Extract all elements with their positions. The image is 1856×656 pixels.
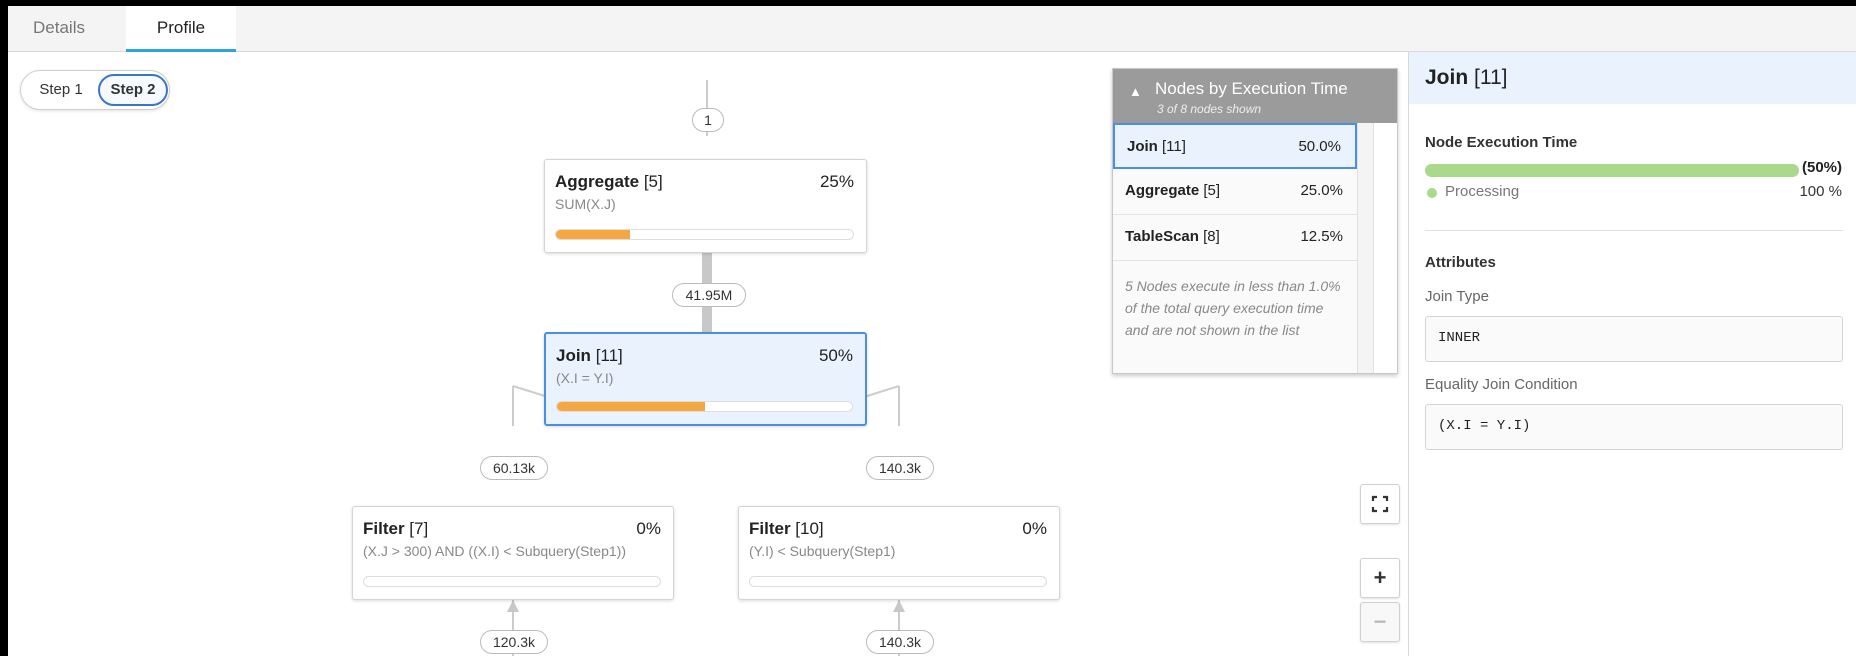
execution-panel-note: 5 Nodes execute in less than 1.0% of the… [1125, 278, 1341, 338]
collapse-caret-icon[interactable]: ▲ [1129, 84, 1142, 99]
row-value: 50.0% [1298, 138, 1341, 155]
execution-row-aggregate[interactable]: Aggregate [5] 25.0% [1113, 169, 1357, 215]
execution-list: Join [11] 50.0% Aggregate [5] 25.0% Tabl… [1113, 123, 1357, 373]
node-progress-bar [556, 401, 853, 412]
node-expression: (X.I = Y.I) [556, 370, 614, 386]
step-selector: Step 1 Step 2 [20, 70, 170, 110]
node-expression: SUM(X.J) [555, 196, 616, 212]
node-percent: 0% [1022, 519, 1047, 538]
tab-bar: Details Profile [8, 6, 1856, 52]
node-expression: (X.J > 300) AND ((X.I) < Subquery(Step1)… [363, 543, 626, 559]
edge-below-filter10-arrow [893, 600, 905, 612]
execution-time-title: Node Execution Time [1425, 134, 1578, 151]
edge-label-join-aggregate: 41.95M [672, 283, 746, 307]
equality-join-condition-field: (X.I = Y.I) [1425, 404, 1843, 450]
scrollbar-track[interactable] [1358, 123, 1374, 373]
row-value: 25.0% [1300, 182, 1343, 199]
node-aggregate[interactable]: Aggregate [5] 25% SUM(X.J) [544, 159, 867, 253]
node-percent: 0% [636, 519, 661, 538]
node-expression: (Y.I) < Subquery(Step1) [749, 543, 896, 559]
details-node-title: Join [11] [1425, 66, 1508, 89]
node-title: Join [11] [556, 346, 623, 365]
execution-row-join[interactable]: Join [11] 50.0% [1113, 123, 1357, 169]
execution-list-scrollbar[interactable] [1357, 123, 1397, 373]
edge-label-filter7-join: 60.13k [480, 456, 548, 480]
tab-profile[interactable]: Profile [126, 6, 236, 52]
edge-label-filter10-join: 140.3k [866, 456, 934, 480]
node-progress-bar [363, 576, 661, 587]
execution-panel-title: Nodes by Execution Time [1155, 79, 1348, 98]
section-divider [1425, 230, 1843, 231]
execution-panel-subtitle: 3 of 8 nodes shown [1157, 102, 1262, 116]
fit-to-screen-button[interactable] [1360, 484, 1400, 524]
processing-label: Processing [1445, 183, 1520, 200]
row-name: Aggregate [5] [1125, 182, 1221, 199]
details-header: Join [11] [1409, 52, 1856, 104]
row-name: Join [11] [1127, 138, 1186, 155]
processing-value: 100 % [1799, 183, 1842, 200]
node-progress-bar [555, 229, 854, 240]
nodes-by-execution-panel: ▲ Nodes by Execution Time 3 of 8 nodes s… [1112, 68, 1398, 374]
execution-panel-header[interactable]: ▲ Nodes by Execution Time 3 of 8 nodes s… [1113, 69, 1397, 123]
execution-row-tablescan[interactable]: TableScan [8] 12.5% [1113, 215, 1357, 261]
row-name: TableScan [8] [1125, 228, 1220, 245]
step-2-button[interactable]: Step 2 [98, 74, 168, 106]
step-1-button[interactable]: Step 1 [25, 74, 97, 106]
join-type-label: Join Type [1425, 288, 1489, 305]
node-filter-10[interactable]: Filter [10] 0% (Y.I) < Subquery(Step1) [738, 506, 1060, 600]
equality-join-condition-label: Equality Join Condition [1425, 376, 1578, 393]
node-join[interactable]: Join [11] 50% (X.I = Y.I) [544, 332, 867, 426]
execution-time-percent: (50%) [1801, 159, 1842, 176]
node-title: Filter [10] [749, 519, 824, 538]
node-title: Filter [7] [363, 519, 429, 538]
zoom-in-button[interactable]: + [1360, 558, 1400, 598]
attributes-title: Attributes [1425, 254, 1496, 271]
root-row-count: 1 [692, 108, 724, 132]
node-title: Aggregate [5] [555, 172, 663, 191]
node-details-panel: Join [11] Node Execution Time (50%) Proc… [1408, 52, 1856, 656]
app-window: Details Profile 1 Aggregate [5] 25% SUM(… [8, 6, 1856, 656]
node-percent: 25% [819, 172, 854, 191]
node-progress-fill [557, 402, 705, 411]
node-percent: 50% [818, 346, 853, 365]
node-filter-7[interactable]: Filter [7] 0% (X.J > 300) AND ((X.I) < S… [352, 506, 674, 600]
edge-label-below-filter10: 140.3k [866, 630, 934, 654]
edge-label-below-filter7: 120.3k [480, 630, 548, 654]
row-value: 12.5% [1300, 228, 1343, 245]
zoom-out-button[interactable]: − [1360, 602, 1400, 642]
join-type-field: INNER [1425, 316, 1843, 362]
processing-legend-dot [1427, 188, 1437, 198]
node-progress-fill [556, 230, 631, 239]
node-progress-bar [749, 576, 1047, 587]
execution-time-bar [1425, 164, 1799, 177]
tab-details[interactable]: Details [30, 6, 88, 52]
edge-below-filter7-arrow [507, 600, 519, 612]
fullscreen-icon [1371, 495, 1389, 513]
